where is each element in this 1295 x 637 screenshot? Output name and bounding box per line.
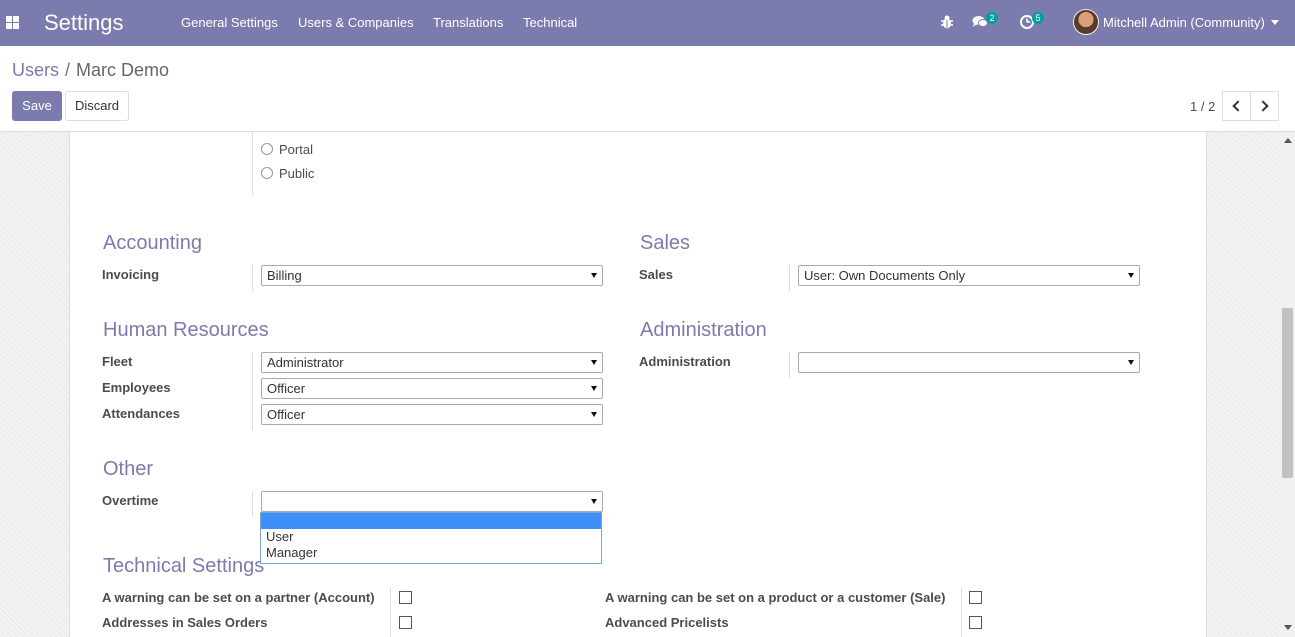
advanced-pricelists-checkbox[interactable] bbox=[969, 616, 982, 629]
field-label-product-customer-warning: A warning can be set on a product or a c… bbox=[605, 590, 946, 605]
form-sheet: Portal Public Accounting Invoicing Billi… bbox=[69, 132, 1207, 637]
field-label-sales: Sales bbox=[639, 267, 673, 282]
top-navbar: Settings General Settings Users & Compan… bbox=[0, 0, 1295, 46]
caret-down-icon bbox=[591, 499, 597, 504]
activities-badge: 5 bbox=[1032, 12, 1044, 24]
user-type-portal-label[interactable]: Portal bbox=[279, 142, 313, 157]
invoicing-select[interactable]: Billing bbox=[261, 265, 603, 286]
field-separator bbox=[252, 265, 253, 291]
group-title-sales: Sales bbox=[640, 232, 691, 254]
group-title-human-resources: Human Resources bbox=[103, 319, 269, 341]
caret-down-icon bbox=[1128, 273, 1134, 278]
user-type-portal-radio[interactable] bbox=[261, 143, 273, 155]
caret-down-icon bbox=[1128, 360, 1134, 365]
field-label-employees: Employees bbox=[102, 380, 171, 395]
caret-down-icon bbox=[591, 273, 597, 278]
field-separator bbox=[390, 588, 391, 637]
field-separator bbox=[252, 352, 253, 430]
field-label-partner-warning: A warning can be set on a partner (Accou… bbox=[102, 590, 375, 605]
product-customer-warning-checkbox[interactable] bbox=[969, 591, 982, 604]
discard-button[interactable]: Discard bbox=[65, 91, 129, 121]
employees-select[interactable]: Officer bbox=[261, 378, 603, 399]
field-separator bbox=[961, 588, 962, 637]
bug-icon[interactable] bbox=[940, 14, 954, 30]
overtime-select[interactable] bbox=[261, 491, 603, 512]
vertical-scrollbar[interactable] bbox=[1280, 132, 1295, 637]
app-brand[interactable]: Settings bbox=[44, 10, 124, 36]
field-label-attendances: Attendances bbox=[102, 406, 181, 421]
fleet-select[interactable]: Administrator bbox=[261, 352, 603, 373]
group-title-technical-settings: Technical Settings bbox=[103, 555, 265, 577]
messages-badge: 2 bbox=[986, 12, 998, 24]
menu-translations[interactable]: Translations bbox=[433, 15, 503, 30]
caret-down-icon bbox=[591, 360, 597, 365]
breadcrumb-users-link[interactable]: Users bbox=[12, 60, 59, 80]
chevron-left-icon bbox=[1232, 100, 1244, 112]
addresses-sales-orders-checkbox[interactable] bbox=[399, 616, 412, 629]
field-label-overtime: Overtime bbox=[102, 493, 159, 508]
scrollbar-thumb[interactable] bbox=[1282, 308, 1293, 478]
user-menu-name[interactable]: Mitchell Admin (Community) bbox=[1103, 15, 1265, 30]
pager-previous-button[interactable] bbox=[1222, 91, 1251, 121]
pager-next-button[interactable] bbox=[1250, 91, 1279, 121]
menu-users-companies[interactable]: Users & Companies bbox=[298, 15, 414, 30]
user-type-public-label[interactable]: Public bbox=[279, 166, 314, 181]
user-menu-caret-icon[interactable] bbox=[1271, 20, 1279, 25]
pager-value[interactable]: 1 / 2 bbox=[1190, 99, 1215, 114]
field-label-administration: Administration bbox=[639, 354, 731, 369]
scroll-down-icon[interactable] bbox=[1284, 625, 1292, 630]
caret-down-icon bbox=[591, 386, 597, 391]
overtime-option-manager[interactable]: Manager bbox=[261, 545, 601, 561]
fleet-select-value: Administrator bbox=[267, 355, 344, 370]
field-label-invoicing: Invoicing bbox=[102, 267, 160, 282]
field-label-fleet: Fleet bbox=[102, 354, 133, 369]
overtime-option-empty[interactable] bbox=[261, 513, 601, 529]
scroll-up-icon[interactable] bbox=[1284, 138, 1292, 143]
field-separator bbox=[789, 352, 790, 378]
field-label-addresses-sales-orders: Addresses in Sales Orders bbox=[102, 615, 268, 630]
control-panel: Users / Marc Demo Save Discard 1 / 2 bbox=[0, 46, 1295, 132]
sales-select[interactable]: User: Own Documents Only bbox=[798, 265, 1140, 286]
group-title-administration: Administration bbox=[640, 319, 767, 341]
sales-select-value: User: Own Documents Only bbox=[804, 268, 966, 283]
chevron-right-icon bbox=[1257, 100, 1269, 112]
breadcrumb: Users / Marc Demo bbox=[12, 60, 169, 81]
caret-down-icon bbox=[591, 412, 597, 417]
overtime-dropdown-list: User Manager bbox=[260, 512, 602, 564]
group-title-accounting: Accounting bbox=[103, 232, 202, 254]
breadcrumb-separator: / bbox=[65, 60, 71, 80]
attendances-select[interactable]: Officer bbox=[261, 404, 603, 425]
partner-warning-checkbox[interactable] bbox=[399, 591, 412, 604]
field-label-advanced-pricelists: Advanced Pricelists bbox=[605, 615, 729, 630]
field-separator bbox=[252, 132, 253, 195]
save-button[interactable]: Save bbox=[12, 91, 62, 121]
overtime-option-user[interactable]: User bbox=[261, 529, 601, 545]
user-type-public-radio[interactable] bbox=[261, 167, 273, 179]
field-separator bbox=[789, 265, 790, 291]
menu-general-settings[interactable]: General Settings bbox=[181, 15, 278, 30]
field-separator bbox=[252, 491, 253, 517]
employees-select-value: Officer bbox=[267, 381, 306, 396]
apps-menu-icon[interactable] bbox=[6, 16, 19, 29]
administration-select[interactable] bbox=[798, 352, 1140, 373]
attendances-select-value: Officer bbox=[267, 407, 306, 422]
group-title-other: Other bbox=[103, 458, 154, 480]
user-avatar[interactable] bbox=[1073, 9, 1099, 35]
invoicing-select-value: Billing bbox=[267, 268, 302, 283]
form-content: Portal Public Accounting Invoicing Billi… bbox=[0, 132, 1295, 637]
breadcrumb-current: Marc Demo bbox=[76, 60, 170, 80]
menu-technical[interactable]: Technical bbox=[523, 15, 577, 30]
